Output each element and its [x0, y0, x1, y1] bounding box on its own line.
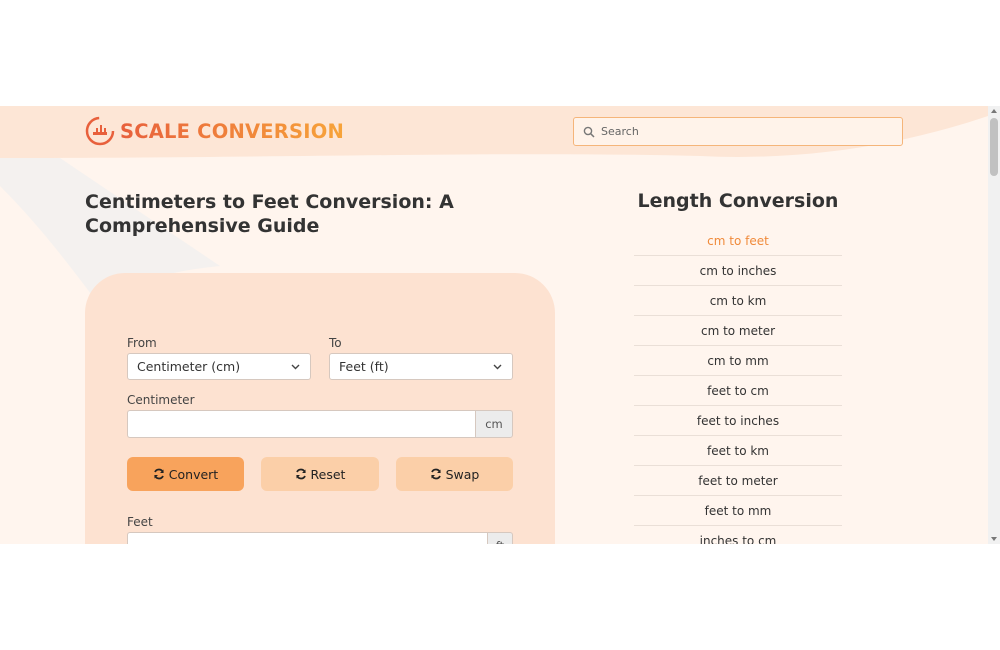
from-unit-value: Centimeter (cm)	[137, 359, 241, 374]
convert-label: Convert	[168, 466, 219, 482]
refresh-icon	[295, 468, 306, 480]
feet-output-group: ft	[127, 532, 513, 544]
to-label: To	[329, 336, 342, 350]
to-unit-select[interactable]: Feet (ft)	[329, 353, 513, 380]
scroll-up-arrow-icon[interactable]	[991, 109, 997, 113]
page-title: Centimeters to Feet Conversion: A Compre…	[85, 191, 454, 237]
scroll-down-arrow-icon[interactable]	[991, 537, 997, 541]
to-unit-value: Feet (ft)	[339, 359, 389, 374]
converter-card: From Centimeter (cm) To Feet (ft) Centim…	[85, 273, 555, 544]
refresh-icon	[430, 468, 441, 480]
scale-logo-icon	[85, 116, 115, 146]
site-logo[interactable]: SCALE CONVERSION	[85, 116, 344, 146]
browser-viewport: SCALE CONVERSION Centimeters to Feet Con…	[0, 106, 1000, 544]
sidebar-link[interactable]: cm to feet	[634, 226, 842, 256]
search-input[interactable]	[601, 125, 881, 138]
feet-output[interactable]	[127, 532, 487, 544]
sidebar-title: Length Conversion	[637, 190, 839, 212]
sidebar-link[interactable]: cm to km	[634, 286, 842, 316]
centimeter-unit-addon: cm	[475, 410, 513, 438]
feet-unit-addon: ft	[487, 532, 513, 544]
sidebar-link[interactable]: feet to km	[634, 436, 842, 466]
sidebar-link[interactable]: feet to mm	[634, 496, 842, 526]
logo-text: SCALE CONVERSION	[120, 119, 345, 143]
conversion-link-list: cm to feet cm to inches cm to km cm to mete…	[634, 226, 842, 544]
swap-button[interactable]: Swap	[396, 457, 513, 491]
sidebar-link[interactable]: feet to inches	[634, 406, 842, 436]
from-unit-select[interactable]: Centimeter (cm)	[127, 353, 311, 380]
convert-button[interactable]: Convert	[127, 457, 244, 491]
reset-button[interactable]: Reset	[261, 457, 379, 491]
search-bar[interactable]	[573, 117, 903, 146]
search-icon	[583, 126, 595, 138]
swap-label: Swap	[445, 466, 480, 482]
site-header: SCALE CONVERSION	[0, 106, 988, 158]
sidebar-link[interactable]: feet to meter	[634, 466, 842, 496]
page-scrollbar[interactable]	[988, 106, 1000, 544]
refresh-icon	[153, 468, 164, 480]
reset-label: Reset	[310, 466, 346, 482]
sidebar-link[interactable]: cm to inches	[634, 256, 842, 286]
chevron-down-icon	[291, 364, 300, 370]
chevron-down-icon	[493, 364, 502, 370]
sidebar-link[interactable]: cm to meter	[634, 316, 842, 346]
output-label: Feet	[127, 515, 153, 529]
sidebar-link[interactable]: inches to cm	[634, 526, 842, 545]
centimeter-input-group: cm	[127, 410, 513, 438]
input-label: Centimeter	[127, 393, 195, 407]
from-label: From	[127, 336, 157, 350]
sidebar-link[interactable]: feet to cm	[634, 376, 842, 406]
centimeter-input[interactable]	[127, 410, 475, 438]
sidebar-link[interactable]: cm to mm	[634, 346, 842, 376]
scroll-thumb[interactable]	[990, 118, 998, 176]
